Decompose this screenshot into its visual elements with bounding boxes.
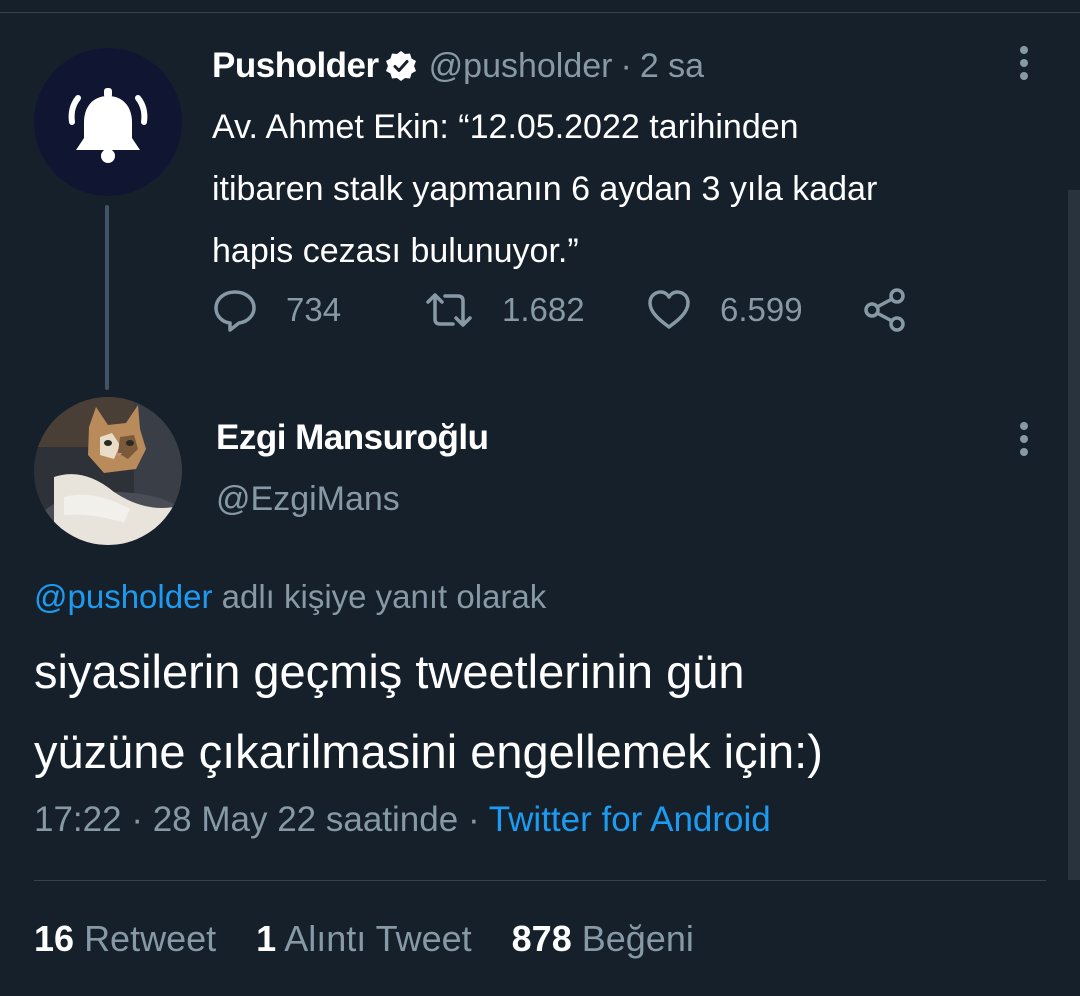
quoted-tweet-text: Av. Ahmet Ekin: “12.05.2022 tarihinden i… (212, 96, 1042, 282)
reply-tweet-text: siyasilerin geçmiş tweetlerinin gün yüzü… (34, 632, 1054, 792)
heart-icon (648, 290, 690, 329)
retweets-stat[interactable]: 16 Retweet (34, 918, 216, 959)
retweets-count: 16 (34, 918, 75, 959)
retweet-count: 1.682 (502, 291, 585, 328)
quoted-time[interactable]: 2 sa (640, 47, 704, 86)
reply-to-label: adlı kişiye yanıt olarak (212, 578, 547, 615)
reply-count: 734 (286, 291, 342, 328)
quotes-stat[interactable]: 1 Alıntı Tweet (256, 918, 471, 959)
meta-separator: · (131, 800, 143, 839)
quoted-text-line: Av. Ahmet Ekin: “12.05.2022 tarihinden (212, 108, 799, 146)
quoted-display-name[interactable]: Pusholder (212, 46, 379, 86)
likes-stat[interactable]: 878 Beğeni (512, 918, 694, 959)
tweet-stats: 16 Retweet 1 Alıntı Tweet 878 Beğeni (34, 918, 724, 960)
cat-avatar (34, 397, 182, 545)
tweet-source-link[interactable]: Twitter for Android (489, 800, 771, 839)
pusholder-avatar[interactable] (34, 48, 182, 196)
reply-display-name[interactable]: Ezgi Mansuroğlu (216, 418, 489, 458)
reply-handle[interactable]: @EzgiMans (216, 480, 400, 519)
share-button[interactable] (862, 287, 908, 333)
tweet-time[interactable]: 17:22 (34, 800, 122, 839)
quoted-text-line: itibaren stalk yapmanın 6 aydan 3 yıla k… (212, 170, 878, 208)
quotes-count: 1 (256, 918, 277, 959)
ezgi-avatar[interactable] (34, 397, 182, 545)
top-divider (0, 12, 1080, 13)
stats-divider (34, 880, 1046, 881)
quoted-tweet-header: Pusholder @pusholder · 2 sa (212, 44, 704, 88)
quoted-handle[interactable]: @pusholder (429, 47, 613, 86)
header-separator: · (620, 46, 632, 85)
reply-button[interactable]: 734 (212, 287, 424, 333)
retweets-label: Retweet (84, 918, 217, 959)
meta-separator: · (467, 800, 480, 839)
tweet-metadata: 17:22 · 28 May 22 saatinde · Twitter for… (34, 800, 771, 840)
scrollbar[interactable] (1068, 190, 1080, 880)
verified-badge-icon (385, 51, 416, 81)
like-button[interactable]: 6.599 (646, 287, 862, 333)
replying-to: @pusholder adlı kişiye yanıt olarak (34, 578, 546, 616)
retweet-button[interactable]: 1.682 (424, 287, 646, 333)
quotes-label: Alıntı Tweet (284, 918, 472, 959)
reply-mention-link[interactable]: @pusholder (34, 578, 212, 615)
likes-count: 878 (511, 918, 572, 959)
reply-icon (214, 290, 256, 332)
quoted-tweet-actions: 734 1.682 6.599 (212, 282, 908, 338)
reply-text-line: siyasilerin geçmiş tweetlerinin gün (34, 645, 745, 698)
more-options-icon[interactable] (1018, 46, 1030, 86)
thread-connector-line (105, 205, 109, 390)
retweet-icon (426, 293, 472, 327)
likes-label: Beğeni (581, 918, 694, 959)
reply-text-line: yüzüne çıkarilmasini engellemek için:) (34, 725, 823, 778)
like-count: 6.599 (720, 291, 803, 328)
share-icon (864, 288, 905, 332)
tweet-date[interactable]: 28 May 22 saatinde (153, 800, 458, 839)
bell-icon (68, 88, 148, 163)
quoted-text-line: hapis cezası bulunuyor.” (212, 232, 579, 270)
more-options-icon[interactable] (1018, 422, 1030, 462)
